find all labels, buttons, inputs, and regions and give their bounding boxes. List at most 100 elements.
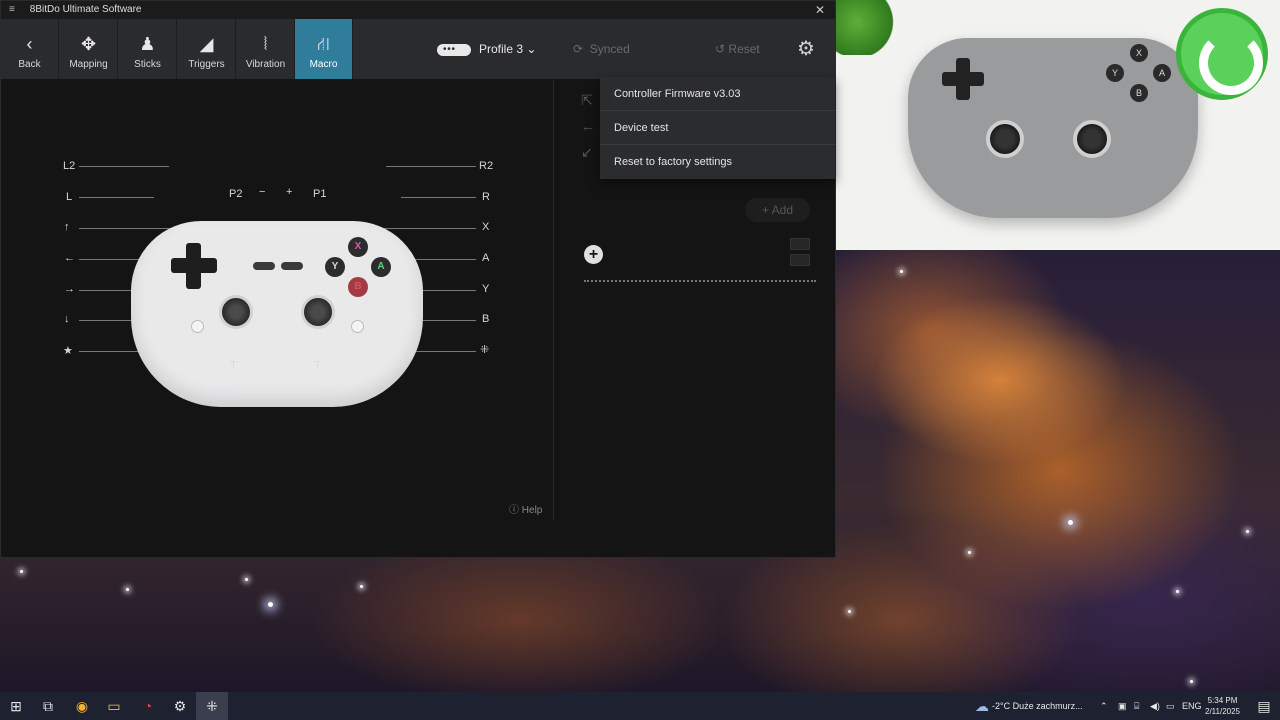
settings-dropdown: Controller Firmware v3.03 Device test Re… <box>600 77 835 179</box>
clock[interactable]: 5:34 PM 2/11/2025 <box>1205 695 1240 717</box>
right-stick-press-icon: ⊤ <box>313 360 322 371</box>
vibration-label: Vibration <box>245 59 286 70</box>
back-label: Back <box>18 59 41 70</box>
macro-thumb <box>790 238 810 250</box>
help-link[interactable]: ⓘ Help <box>509 501 542 516</box>
macro-thumb <box>790 254 810 266</box>
arrow-left-icon: ← <box>581 118 595 134</box>
label-l2: L2 <box>63 160 76 172</box>
label-left: ← <box>64 252 75 264</box>
add-step-icon[interactable]: + <box>584 245 603 264</box>
sticks-label: Sticks <box>134 59 161 70</box>
task-view-icon[interactable]: ⧉ <box>32 692 64 720</box>
tab-triggers[interactable]: ◢ Triggers <box>178 19 236 79</box>
label-a: A <box>482 252 490 264</box>
gear-icon[interactable]: ⚙ <box>797 35 815 63</box>
macro-label: Macro <box>309 59 338 70</box>
profile-selector[interactable]: Profile 3 ⌄ <box>437 37 537 62</box>
channel-logo <box>1176 8 1268 100</box>
right-stick <box>301 295 335 329</box>
windows-start-icon[interactable]: ⊞ <box>0 692 32 720</box>
file-explorer-icon[interactable]: ▭ <box>98 692 130 720</box>
controller-photo: X Y A B <box>908 28 1198 228</box>
chevron-down-icon: ⌄ <box>526 42 537 56</box>
tray-app-icon[interactable]: ▣ <box>1118 692 1127 720</box>
add-button[interactable]: + Add <box>745 198 810 222</box>
notifications-icon[interactable]: ▤ <box>1248 692 1280 720</box>
trigger-icon: ◢ <box>199 34 214 54</box>
plant-image <box>836 0 906 55</box>
label-up: ↑ <box>64 221 70 233</box>
settings-icon[interactable]: ⚙ <box>164 692 196 720</box>
label-b: B <box>482 313 490 325</box>
label-right: → <box>64 283 75 295</box>
network-icon[interactable]: ⌸ <box>1134 692 1139 720</box>
triggers-label: Triggers <box>188 59 225 70</box>
volume-icon[interactable]: ◀) <box>1150 692 1160 720</box>
a-button: A <box>371 257 391 277</box>
reset-button[interactable]: ↺ Reset <box>715 37 760 61</box>
mapping-icon: ✥ <box>80 34 97 54</box>
window-title: 8BitDo Ultimate Software <box>29 4 142 15</box>
menu-item-firmware[interactable]: Controller Firmware v3.03 <box>600 77 835 111</box>
sync-icon: ⟳ <box>573 42 584 56</box>
leader-line <box>386 166 476 167</box>
b-button: B <box>348 277 368 297</box>
leader-line <box>79 166 169 167</box>
label-p2: P2 <box>229 188 243 200</box>
arrow-downleft-icon: ↙ <box>581 144 593 160</box>
label-r: R <box>482 191 490 203</box>
tab-vibration[interactable]: ⦚ Vibration <box>237 19 295 79</box>
label-x: X <box>482 221 490 233</box>
profile-dots-icon <box>437 38 471 62</box>
leader-line <box>401 197 476 198</box>
macro-icon: ⛙ <box>317 34 330 54</box>
weather-text[interactable]: -2°C Duże zachmurz... <box>992 692 1083 720</box>
back-button[interactable]: ‹ Back <box>1 19 59 79</box>
toolbar: ‹ Back ✥ Mapping ♟ Sticks ◢ Triggers ⦚ V… <box>1 19 835 79</box>
joystick-icon: ♟ <box>139 34 156 54</box>
synced-label: Synced <box>589 42 630 56</box>
chrome-icon[interactable]: ◉ <box>66 692 98 720</box>
undo-icon: ↺ <box>715 42 726 56</box>
y-button: Y <box>325 257 345 277</box>
app-window: ≡ 8BitDo Ultimate Software ✕ ‹ Back ✥ Ma… <box>0 0 836 558</box>
synced-button[interactable]: ⟳ Synced <box>573 37 630 61</box>
help-icon: ⓘ <box>509 505 519 516</box>
label-plus: + <box>286 186 293 198</box>
language-indicator[interactable]: ENG <box>1182 692 1202 720</box>
tab-macro[interactable]: ⛙ Macro <box>295 19 353 79</box>
taskbar: ⊞ ⧉ ◉ ▭ ◔ ⚙ ⁜ ☁ -2°C Duże zachmurz... ⌃ … <box>0 692 1280 720</box>
help-label: Help <box>521 505 543 516</box>
hamburger-icon[interactable]: ≡ <box>9 1 19 19</box>
tray-chevron-icon[interactable]: ⌃ <box>1100 692 1108 720</box>
left-stick <box>219 295 253 329</box>
tab-sticks[interactable]: ♟ Sticks <box>119 19 177 79</box>
close-icon[interactable]: ✕ <box>815 1 825 19</box>
left-stick-press-icon: ⊤ <box>229 360 238 371</box>
camera-overlay: X Y A B <box>836 0 1280 250</box>
label-r2: R2 <box>479 160 494 172</box>
label-l: L <box>66 191 73 203</box>
tab-mapping[interactable]: ✥ Mapping <box>60 19 118 79</box>
turbo-button <box>351 320 364 333</box>
controller-diagram: X Y A B <box>131 215 423 410</box>
back-icon: ‹ <box>26 34 33 54</box>
profile-label: Profile 3 <box>479 42 524 56</box>
arrow-upleft-icon: ⇱ <box>581 92 593 108</box>
label-y: Y <box>482 283 490 295</box>
label-down: ↓ <box>64 313 70 325</box>
x-button: X <box>348 237 368 257</box>
recorder-icon[interactable]: ◔ <box>132 692 164 720</box>
clock-time: 5:34 PM <box>1207 696 1238 705</box>
dpad-horizontal <box>171 258 217 273</box>
battery-icon[interactable]: ▭ <box>1166 692 1175 720</box>
8bitdo-app-icon[interactable]: ⁜ <box>196 692 228 720</box>
vibration-icon: ⦚ <box>263 34 268 54</box>
mapping-label: Mapping <box>69 59 108 70</box>
menu-item-device-test[interactable]: Device test <box>600 111 835 145</box>
start-button <box>281 262 303 270</box>
menu-item-factory-reset[interactable]: Reset to factory settings <box>600 145 835 179</box>
select-button <box>253 262 275 270</box>
leader-line <box>79 197 154 198</box>
